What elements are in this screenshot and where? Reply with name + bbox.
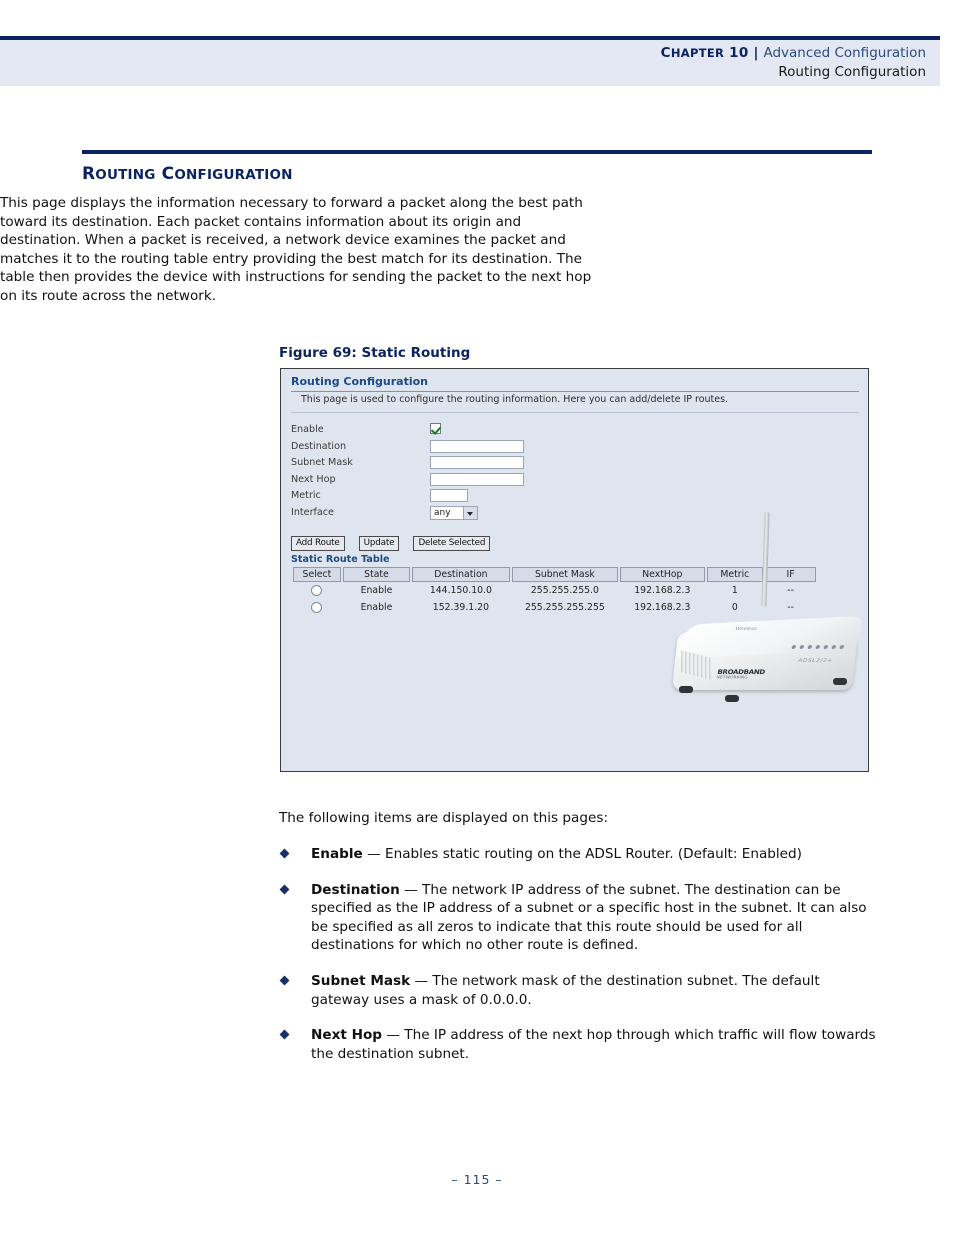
panel-subtitle-divider	[291, 412, 859, 413]
destination-input[interactable]	[430, 439, 524, 453]
figure-caption: Figure 69: Static Routing	[279, 345, 471, 361]
column-header-if: IF	[765, 567, 816, 582]
list-item-dash: —	[382, 1027, 405, 1044]
form-row-enable: Enable	[291, 423, 851, 440]
interface-label: Interface	[291, 506, 334, 518]
row-subnet-mask: 255.255.255.0	[530, 585, 599, 596]
list-item-term: Enable	[311, 846, 363, 862]
router-model-label: ADSL2/2+	[796, 657, 834, 664]
row-state: Enable	[360, 585, 393, 596]
led-indicator	[807, 645, 813, 649]
list-item-dash: —	[362, 846, 385, 862]
panel-title-divider	[291, 391, 859, 392]
row-select-cell	[293, 582, 341, 599]
delete-selected-button[interactable]: Delete Selected	[413, 536, 491, 551]
router-device-illustration: Wireless BROADBAND NETWORKING ADSL2/2+	[671, 511, 868, 714]
page-title: ROUTING CONFIGURATION	[82, 164, 293, 184]
diamond-bullet-icon	[279, 848, 290, 859]
row-state: Enable	[360, 602, 393, 613]
form-row-subnet-mask: Subnet Mask	[291, 456, 851, 473]
static-route-table-title: Static Route Table	[291, 554, 390, 565]
row-destination: 144.150.10.0	[429, 585, 492, 596]
destination-label: Destination	[291, 440, 347, 452]
column-header-state: State	[342, 567, 411, 582]
form-row-destination: Destination	[291, 439, 851, 457]
header-chapter-line: CHAPTER 10 | Advanced Configuration	[661, 44, 926, 63]
list-item: Enable — Enables static routing on the A…	[279, 845, 876, 864]
diamond-bullet-icon	[279, 1029, 290, 1040]
list-item-term: Destination	[311, 881, 400, 898]
figure-static-routing-screenshot: Routing Configuration This page is used …	[280, 368, 869, 772]
diamond-bullet-icon	[279, 975, 290, 986]
list-item-dash: —	[410, 972, 433, 989]
enable-label: Enable	[291, 424, 324, 435]
led-indicator	[839, 645, 845, 649]
page-number: – 115 –	[451, 1172, 503, 1187]
routing-form: Enable Destination Subnet Mask Next Hop …	[291, 423, 851, 522]
page-header-band: CHAPTER 10 | Advanced Configuration Routin…	[0, 36, 940, 86]
update-button[interactable]: Update	[358, 536, 400, 551]
router-ui-panel-subtitle: This page is used to configure the routi…	[301, 394, 729, 405]
list-item-dash: —	[399, 881, 423, 898]
table-header-row: Select State Destination Subnet Mask Nex…	[293, 567, 816, 582]
list-item-term: Next Hop	[311, 1027, 383, 1044]
router-top-marking: Wireless	[733, 626, 758, 632]
column-header-destination: Destination	[412, 567, 510, 582]
list-item: Next Hop — The IP address of the next ho…	[279, 1026, 876, 1063]
enable-checkbox[interactable]	[430, 423, 441, 434]
list-item-text: Enables static routing on the ADSL Route…	[385, 846, 802, 862]
metric-label: Metric	[291, 490, 321, 501]
header-section-title: Routing Configuration	[778, 64, 926, 80]
router-brand-name: BROADBAND	[716, 668, 766, 676]
led-indicator	[791, 645, 797, 649]
led-indicator	[831, 645, 837, 649]
row-select-radio[interactable]	[311, 602, 323, 613]
row-subnet-mask: 255.255.255.255	[524, 602, 605, 613]
row-select-radio[interactable]	[311, 585, 323, 596]
list-item: Subnet Mask — The network mask of the de…	[279, 972, 876, 1009]
list-item-term: Subnet Mask	[311, 972, 411, 989]
led-indicator	[799, 645, 805, 649]
router-ui-panel-title: Routing Configuration	[291, 375, 429, 388]
router-led-row	[789, 645, 850, 653]
column-header-subnet-mask: Subnet Mask	[511, 567, 619, 582]
row-destination: 152.39.1.20	[432, 602, 489, 613]
subnet-mask-label: Subnet Mask	[291, 457, 353, 468]
items-bullet-list: Enable — Enables static routing on the A…	[279, 845, 876, 1080]
form-row-next-hop: Next Hop	[291, 472, 851, 490]
chevron-down-icon	[463, 506, 477, 519]
subnet-mask-input[interactable]	[430, 456, 524, 469]
router-brand-sub: NETWORKING	[715, 675, 748, 681]
router-foot	[725, 695, 739, 702]
section-divider-rule	[82, 150, 872, 154]
row-select-cell	[293, 599, 341, 616]
chapter-label: CHAPTER 10	[660, 45, 749, 61]
next-hop-label: Next Hop	[291, 473, 336, 485]
interface-select[interactable]: any	[430, 505, 478, 520]
header-separator: |	[753, 45, 759, 61]
column-header-select: Select	[293, 567, 341, 582]
router-brand-logo: BROADBAND NETWORKING	[716, 669, 766, 681]
diamond-bullet-icon	[279, 884, 290, 895]
intro-paragraph: This page displays the information neces…	[0, 195, 592, 304]
header-chapter-title: Advanced Configuration	[763, 45, 926, 61]
router-foot	[679, 686, 693, 693]
next-hop-input[interactable]	[430, 472, 524, 486]
led-indicator	[823, 645, 829, 649]
column-header-nexthop: NextHop	[620, 567, 705, 582]
following-items-line: The following items are displayed on thi…	[279, 810, 609, 826]
routing-form-buttons: Add Route Update Delete Selected	[291, 530, 499, 551]
form-row-metric: Metric	[291, 489, 851, 506]
router-foot	[833, 678, 847, 685]
metric-input[interactable]	[430, 489, 468, 502]
led-indicator	[815, 645, 821, 649]
add-route-button[interactable]: Add Route	[291, 536, 345, 551]
header-text-block: CHAPTER 10 | Advanced Configuration Routin…	[661, 44, 926, 82]
interface-select-value: any	[434, 507, 451, 518]
column-header-metric: Metric	[706, 567, 764, 582]
list-item: Destination — The network IP address of …	[279, 881, 876, 955]
